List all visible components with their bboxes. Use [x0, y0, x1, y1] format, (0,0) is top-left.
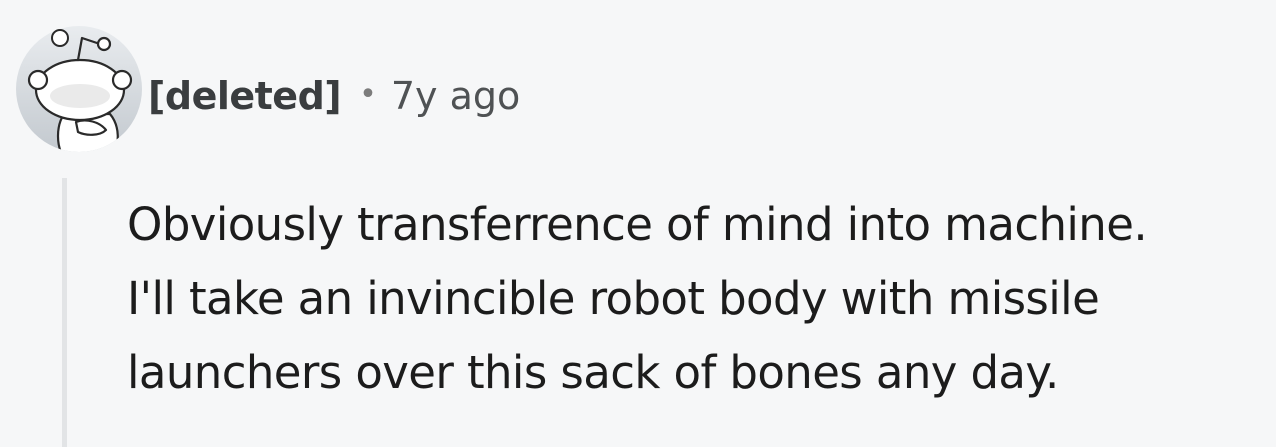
meta-separator: •	[359, 76, 377, 112]
comment-body-line: launchers over this sack of bones any da…	[127, 346, 1059, 399]
comment-timestamp[interactable]: 7y ago	[391, 74, 520, 118]
snoo-avatar-icon	[16, 26, 142, 152]
comment-body-line: Obviously transferrence of mind into mac…	[127, 198, 1148, 251]
avatar[interactable]	[16, 26, 142, 152]
author-name[interactable]: [deleted]	[148, 74, 342, 118]
comment: [deleted] • 7y ago Obviously transferren…	[0, 0, 1276, 447]
comment-meta: [deleted] • 7y ago	[148, 68, 520, 124]
thread-line[interactable]	[62, 178, 67, 447]
comment-body: Obviously transferrence of mind into mac…	[127, 188, 1273, 410]
comment-body-line: I'll take an invincible robot body with …	[127, 272, 1100, 325]
